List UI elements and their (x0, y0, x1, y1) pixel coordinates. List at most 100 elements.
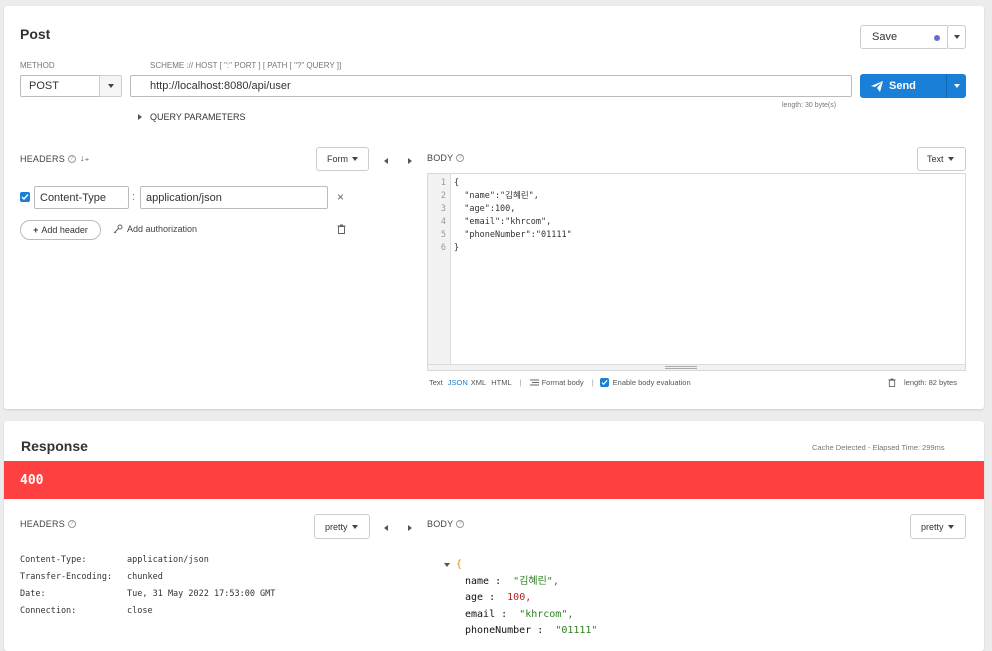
code-line: 1{ (428, 177, 572, 190)
response-header-key: Date: (20, 589, 46, 599)
save-label: Save (872, 31, 898, 43)
enable-evaluation-checkbox[interactable]: Enable body evaluation (599, 378, 691, 387)
method-label: METHOD (20, 61, 55, 70)
json-root: { (444, 557, 597, 574)
line-number: 1 (440, 178, 446, 188)
headers-form-dropdown[interactable]: Form (316, 147, 369, 171)
resize-handle[interactable] (665, 366, 697, 369)
send-options-dropdown[interactable] (946, 74, 966, 98)
body-mode-label: Text (927, 154, 944, 164)
check-icon (21, 194, 29, 201)
send-label: Send (889, 80, 916, 92)
header-value-value: application/json (146, 191, 222, 204)
code-line: 3 "age":100, (428, 203, 572, 216)
footer-divider: | (591, 378, 594, 387)
expand-right-icon[interactable] (408, 522, 412, 534)
request-title: Post (20, 26, 51, 42)
add-authorization-label: Add authorization (127, 224, 198, 234)
url-hint: SCHEME :// HOST [ ":" PORT ] [ PATH [ "?… (150, 61, 342, 70)
json-fields: name : "김혜린", age : 100, email : "khrcom",… (444, 574, 597, 640)
line-number: 2 (440, 191, 446, 201)
editor-footer: Text JSON XML HTML | Format body | Enabl… (429, 378, 691, 387)
line-number: 4 (440, 217, 446, 227)
json-value: "khrcom", (519, 608, 574, 620)
url-input[interactable]: http://localhost:8080/api/user (130, 75, 852, 97)
body-length-info: length: 82 bytes (888, 378, 957, 387)
query-parameters-toggle[interactable]: QUERY PARAMETERS (138, 112, 246, 122)
response-header-value: chunked (127, 572, 163, 582)
body-mode-dropdown[interactable]: Text (917, 147, 966, 171)
code-line: 2 "name":"김혜린", (428, 190, 572, 203)
code-line: 6} (428, 242, 572, 255)
sort-icon[interactable]: ↓₊ (80, 153, 90, 164)
url-length: length: 30 byte(s) (782, 102, 837, 109)
trash-icon[interactable] (888, 378, 896, 387)
response-header-value: close (127, 606, 153, 616)
response-header-value: Tue, 31 May 2022 17:53:00 GMT (127, 589, 276, 599)
json-field: email : "khrcom", (444, 607, 597, 624)
format-json-tab[interactable]: JSON (448, 378, 468, 387)
response-header-row: Date: Tue, 31 May 2022 17:53:00 GMT (20, 586, 275, 603)
response-title: Response (21, 438, 88, 454)
chevron-down-icon (947, 157, 954, 161)
format-xml-tab[interactable]: XML (471, 378, 486, 387)
code-text: "name":"김혜린", (454, 191, 539, 201)
save-button[interactable]: Save (860, 25, 949, 49)
send-button-group: Send (860, 74, 966, 98)
line-number: 6 (440, 243, 446, 253)
json-key: phoneNumber : (465, 625, 556, 636)
header-name-input[interactable]: Content-Type (34, 186, 129, 209)
json-key: name : (465, 575, 514, 587)
response-json: { name : "김혜린", age : 100, email : "khrcom… (444, 557, 597, 640)
response-header-row: Connection: close (20, 603, 275, 620)
collapse-left-icon[interactable] (384, 522, 388, 534)
chevron-down-icon (107, 84, 114, 88)
expand-arrow-icon (138, 114, 142, 120)
json-key: age : (465, 592, 508, 603)
help-icon[interactable]: ? (456, 154, 465, 162)
response-body-label: BODY (427, 519, 454, 529)
method-select[interactable]: POST (20, 75, 99, 97)
header-value-input[interactable]: application/json (140, 186, 328, 209)
json-open-brace: { (456, 559, 463, 570)
header-enabled-checkbox[interactable] (20, 192, 30, 202)
unsaved-dot-icon (934, 35, 940, 41)
chevron-down-icon (351, 524, 358, 529)
method-dropdown-button[interactable] (99, 75, 122, 97)
format-html-tab[interactable]: HTML (491, 378, 511, 387)
expand-right-icon[interactable] (408, 155, 412, 167)
request-panel: Post Save METHOD POST SCHEME :// HOST [ … (4, 6, 984, 409)
add-authorization-link[interactable]: Add authorization (113, 224, 197, 234)
response-header-key: Content-Type: (20, 555, 87, 565)
line-number: 3 (440, 204, 446, 214)
line-number: 5 (440, 230, 446, 240)
format-text-tab[interactable]: Text (429, 378, 443, 387)
response-headers-mode-dropdown[interactable]: pretty (314, 514, 370, 539)
footer-divider: | (519, 378, 522, 387)
save-options-dropdown[interactable] (947, 25, 966, 49)
plus-icon: + (33, 225, 39, 235)
trash-icon[interactable] (337, 224, 346, 237)
json-key: email : (465, 608, 520, 620)
code-line: 5 "phoneNumber":"01111" (428, 229, 572, 242)
help-icon[interactable]: ? (456, 520, 465, 528)
format-body-button[interactable]: Format body (529, 378, 584, 387)
editor-resize-bar[interactable] (428, 364, 965, 370)
headers-label: HEADERS (20, 153, 65, 164)
help-icon[interactable]: ? (67, 520, 76, 528)
send-button[interactable]: Send (860, 74, 946, 98)
collapse-left-icon[interactable] (384, 155, 388, 167)
response-header-row: Transfer-Encoding: chunked (20, 569, 275, 586)
collapse-arrow-icon[interactable] (444, 563, 450, 568)
response-headers-heading: HEADERS ? (20, 519, 76, 529)
chevron-down-icon (953, 84, 960, 88)
body-editor[interactable]: 1{2 "name":"김혜린", 3 "age":100, 4 "email":"… (427, 173, 966, 371)
help-icon[interactable]: ? (67, 154, 76, 163)
response-header-row: Content-Type: application/json (20, 552, 275, 569)
add-header-button[interactable]: + Add header (20, 220, 101, 240)
headers-heading: HEADERS ? ↓₊ (20, 153, 90, 164)
response-body-mode-dropdown[interactable]: pretty (910, 514, 966, 539)
url-value: http://localhost:8080/api/user (150, 80, 291, 92)
code-text: "phoneNumber":"01111" (454, 230, 572, 240)
remove-header-icon[interactable]: × (337, 190, 344, 204)
